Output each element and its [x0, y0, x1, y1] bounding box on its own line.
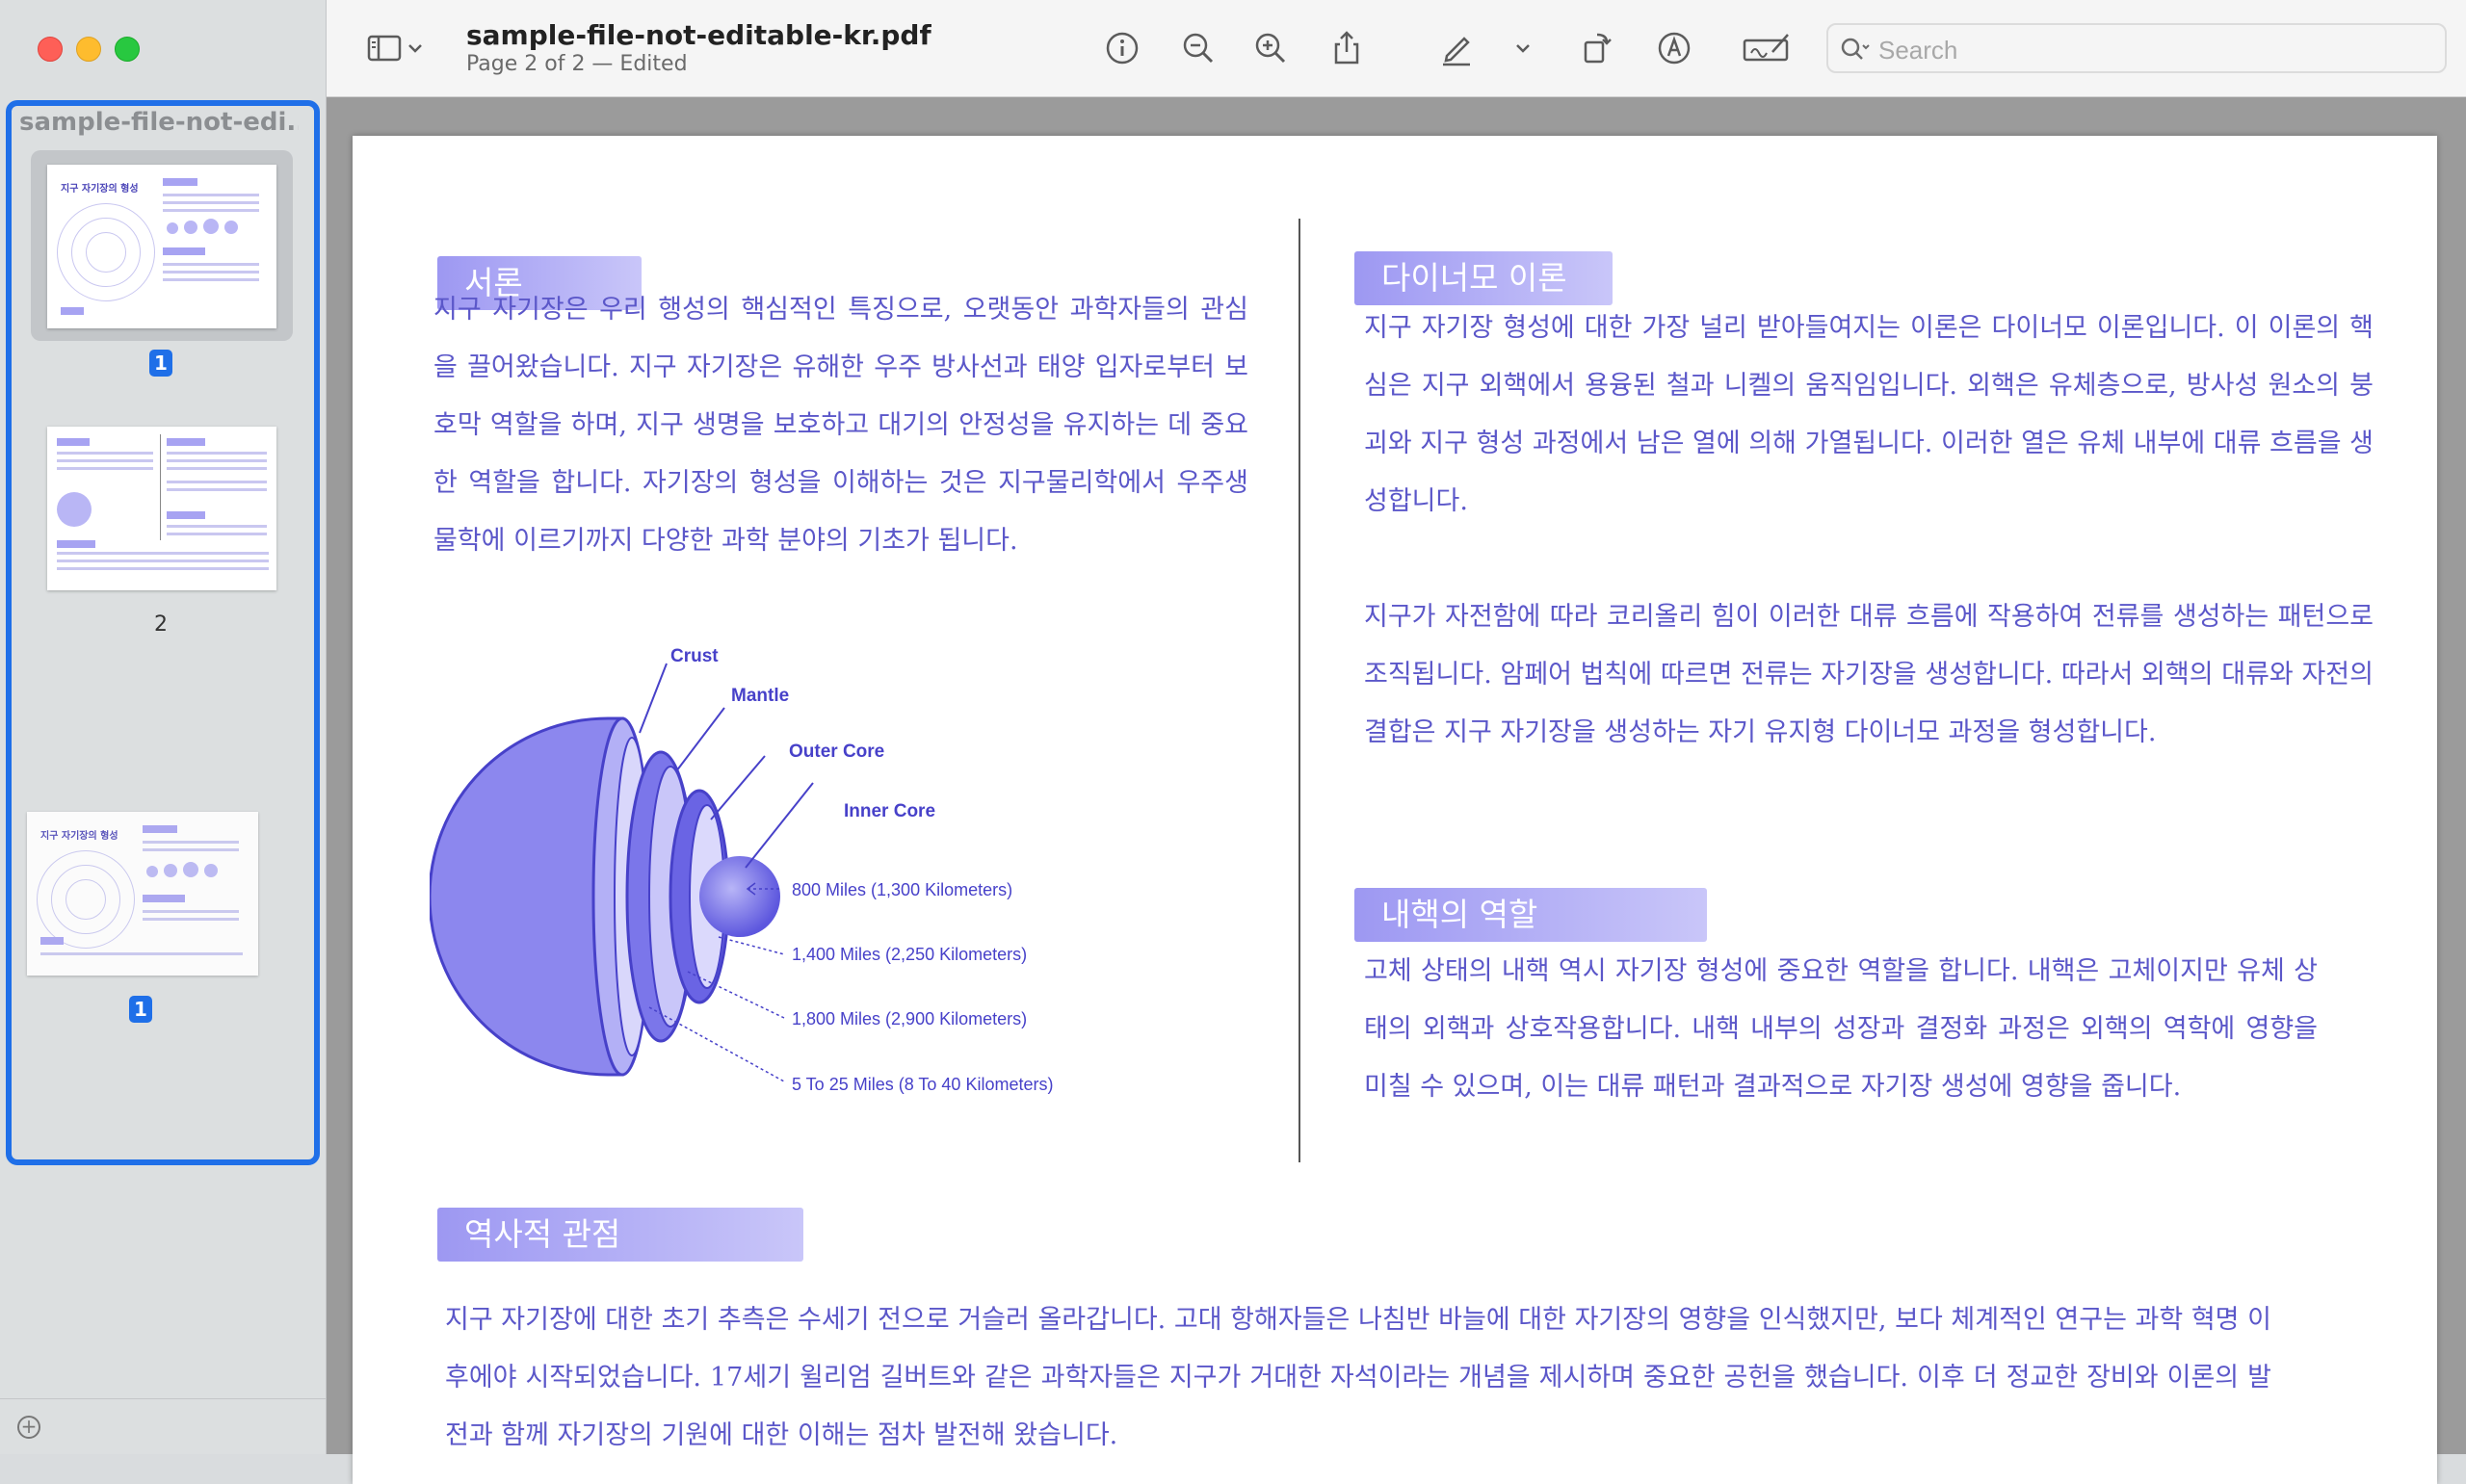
page-number-badge: 1 [129, 996, 152, 1023]
toolbar: sample-file-not-editable-kr.pdf Page 2 o… [327, 0, 2466, 97]
signature-icon[interactable] [1742, 29, 1792, 67]
section-heading-inner-core: 내핵의 역할 [1354, 888, 1707, 942]
label-outer-core-thickness: 1,400 Miles (2,250 Kilometers) [792, 945, 1027, 964]
label-crust-thickness: 5 To 25 Miles (8 To 40 Kilometers) [792, 1075, 1053, 1094]
earth-layers-diagram: Crust Mantle Outer Core Inner Core 800 M… [430, 646, 1053, 1094]
document-subtitle: Page 2 of 2 — Edited [466, 52, 688, 76]
inner-core-paragraph: 고체 상태의 내핵 역시 자기장 형성에 중요한 역할을 합니다. 내핵은 고체… [1364, 956, 2318, 1102]
maximize-window-button[interactable] [115, 37, 140, 62]
page-thumbnail-1[interactable]: 지구 자기장의 형성 [47, 165, 276, 328]
share-icon[interactable] [1327, 29, 1366, 67]
dynamo-paragraph-2: 지구가 자전함에 따라 코리올리 힘이 이러한 대류 흐름에 작용하여 전류를 … [1364, 602, 2374, 747]
sidebar-divider [0, 1398, 326, 1399]
rotate-icon[interactable] [1578, 29, 1616, 67]
minimize-window-button[interactable] [76, 37, 101, 62]
page-number-label: 2 [154, 612, 168, 637]
sidebar-toggle-icon[interactable] [365, 29, 404, 67]
search-field[interactable] [1826, 23, 2447, 73]
label-mantle: Mantle [731, 686, 789, 706]
page-thumbnail-2[interactable] [47, 427, 276, 590]
page-number-badge: 1 [149, 350, 172, 377]
column-divider [1299, 219, 1300, 1162]
label-crust: Crust [670, 646, 719, 666]
zoom-in-icon[interactable] [1251, 29, 1290, 67]
label-inner-core-radius: 800 Miles (1,300 Kilometers) [792, 880, 1012, 899]
sidebar: sample-file-not-edi... 지구 자기장의 형성 1 2 지구… [0, 0, 327, 1454]
label-inner-core: Inner Core [844, 801, 935, 821]
document-viewer[interactable]: 서론 지구 자기장은 우리 행성의 핵심적인 특징으로, 오랫동안 과학자들의 … [327, 97, 2466, 1484]
markup-pen-icon[interactable] [1437, 29, 1476, 67]
annotate-icon[interactable] [1655, 29, 1693, 67]
document-title: sample-file-not-editable-kr.pdf [466, 19, 931, 51]
sidebar-filename: sample-file-not-edi... [19, 108, 299, 137]
section-heading-history: 역사적 관점 [437, 1208, 803, 1262]
thumbnail-title: 지구 자기장의 형성 [40, 831, 118, 842]
label-mantle-thickness: 1,800 Miles (2,900 Kilometers) [792, 1009, 1027, 1028]
thumbnail-title: 지구 자기장의 형성 [61, 184, 139, 195]
chevron-down-icon[interactable] [404, 29, 427, 67]
chevron-down-icon[interactable] [1511, 29, 1535, 67]
page-thumbnail-3[interactable]: 지구 자기장의 형성 [27, 812, 258, 976]
dynamo-paragraph-1: 지구 자기장 형성에 대한 가장 널리 받아들여지는 이론은 다이너모 이론입니… [1364, 313, 2374, 516]
close-window-button[interactable] [38, 37, 63, 62]
info-icon[interactable] [1103, 29, 1141, 67]
add-icon[interactable]: + [17, 1416, 40, 1439]
history-paragraph: 지구 자기장에 대한 초기 추측은 수세기 전으로 거슬러 올라갑니다. 고대 … [445, 1305, 2271, 1450]
search-input[interactable] [1876, 33, 2420, 67]
section-heading-dynamo: 다이너모 이론 [1354, 251, 1613, 305]
pdf-page: 서론 지구 자기장은 우리 행성의 핵심적인 특징으로, 오랫동안 과학자들의 … [353, 136, 2437, 1484]
intro-paragraph: 지구 자기장은 우리 행성의 핵심적인 특징으로, 오랫동안 과학자들의 관심을… [433, 295, 1248, 556]
zoom-out-icon[interactable] [1179, 29, 1218, 67]
label-outer-core: Outer Core [789, 742, 884, 762]
search-icon [1836, 31, 1875, 69]
